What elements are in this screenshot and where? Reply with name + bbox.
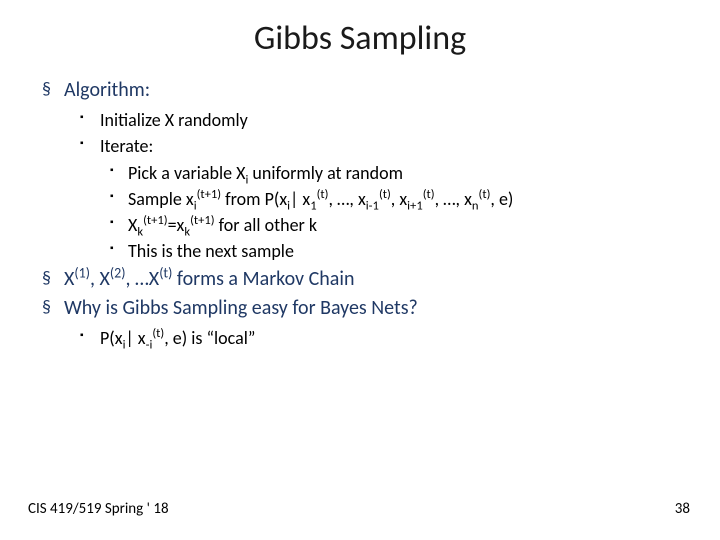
bullet-initialize: Initialize X randomly [100, 108, 680, 132]
bullet-next-sample: This is the next sample [128, 239, 680, 263]
bullet-why-easy: Why is Gibbs Sampling easy for Bayes Net… [64, 295, 680, 350]
bullet-xk: Xk(t+1)=xk(t+1) for all other k [128, 213, 680, 237]
text-why-easy: Why is Gibbs Sampling easy for Bayes Net… [64, 296, 418, 320]
bullet-list-1b: Pick a variable Xi uniformly at random S… [100, 161, 680, 264]
slide-content: Algorithm: Initialize X randomly Iterate… [0, 59, 720, 350]
bullet-pick: Pick a variable Xi uniformly at random [128, 161, 680, 185]
bullet-list-2: X(1), X(2), …X(t) forms a Markov Chain W… [40, 266, 680, 350]
slide: Gibbs Sampling Algorithm: Initialize X r… [0, 0, 720, 540]
bullet-list-2a: P(xi| x-i(t), e) is “local” [64, 326, 680, 350]
bullet-local: P(xi| x-i(t), e) is “local” [100, 326, 680, 350]
bullet-list-1a: Initialize X randomly Iterate: Pick a va… [64, 108, 680, 264]
footer-page-number: 38 [675, 500, 690, 518]
bullet-list-1: Algorithm: Initialize X randomly Iterate… [40, 77, 680, 264]
text-iterate: Iterate: [100, 135, 153, 157]
footer-course: CIS 419/519 Spring ' 18 [28, 500, 169, 518]
bullet-sample: Sample xi(t+1) from P(xi| x1(t), …, xi-1… [128, 187, 680, 211]
text-algorithm: Algorithm: [64, 78, 150, 102]
bullet-iterate: Iterate: Pick a variable Xi uniformly at… [100, 134, 680, 263]
bullet-markov: X(1), X(2), …X(t) forms a Markov Chain [64, 266, 680, 293]
bullet-algorithm: Algorithm: Initialize X randomly Iterate… [64, 77, 680, 264]
slide-title: Gibbs Sampling [0, 0, 720, 59]
